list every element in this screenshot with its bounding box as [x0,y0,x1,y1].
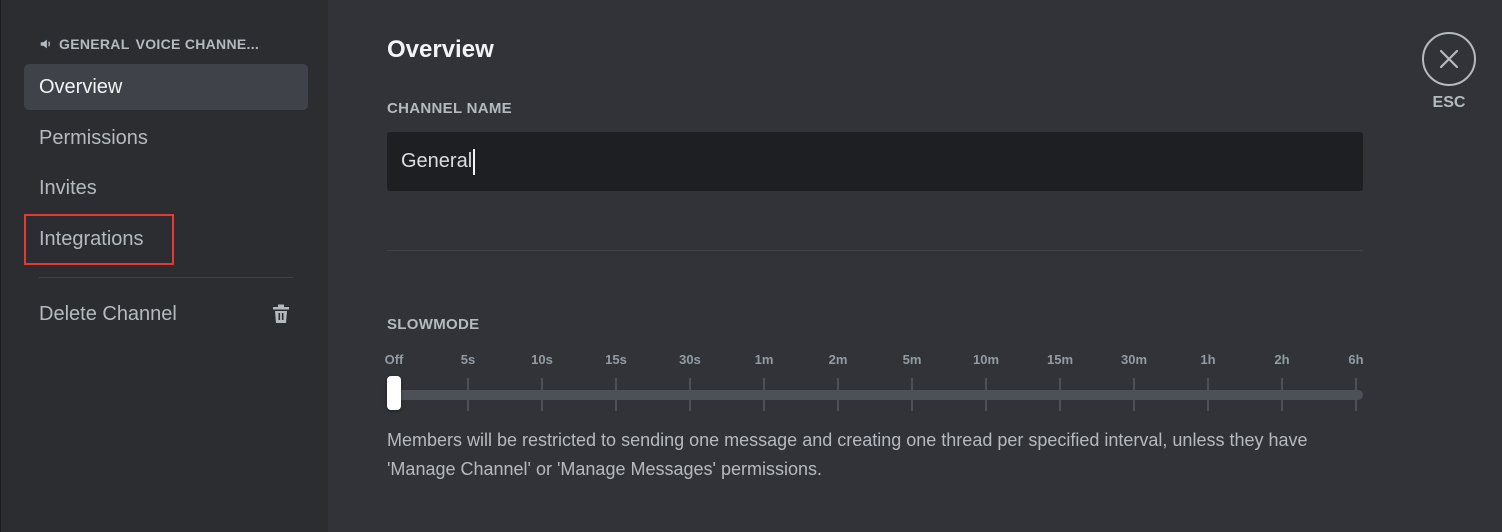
slowmode-tick-label: 15m [1046,352,1074,367]
sidebar: GENERAL VOICE CHANNE... Overview Permiss… [0,0,328,532]
slowmode-tick-label: 5m [902,352,922,367]
slowmode-tick-label: 6h [1348,352,1364,367]
speaker-icon [40,39,50,49]
sidebar-divider [39,277,293,278]
slowmode-tick-mark [1059,378,1061,411]
header-channel-name: GENERAL [59,36,130,52]
slowmode-tick-mark [689,378,691,411]
slowmode-tick-mark [911,378,913,411]
close-control: ESC [1421,32,1477,112]
slowmode-label: SLOWMODE [387,316,480,333]
slowmode-tick-mark [763,378,765,411]
sidebar-item-invites[interactable]: Invites [24,165,308,211]
slowmode-tick-mark [615,378,617,411]
slowmode-tick-mark [541,378,543,411]
sidebar-header: GENERAL VOICE CHANNE... [39,36,259,52]
slowmode-tick-mark [837,378,839,411]
slowmode-tick-label: 30m [1120,352,1148,367]
channel-name-value: General [401,150,473,172]
slowmode-tick-mark [467,378,469,411]
slowmode-tick-mark [1281,378,1283,411]
sidebar-item-overview[interactable]: Overview [24,64,308,110]
slowmode-tick-label: 1h [1200,352,1216,367]
section-divider [387,250,1363,251]
sidebar-item-integrations[interactable]: Integrations [24,214,174,265]
close-icon [1439,49,1459,69]
text-caret [473,148,476,175]
trash-icon [273,304,289,323]
slowmode-tick-mark [1133,378,1135,411]
slider-thumb[interactable] [387,376,401,410]
sidebar-item-label: Permissions [39,126,148,149]
slowmode-tick-label: 15s [605,352,627,367]
slowmode-tick-label: 30s [679,352,701,367]
page-title: Overview [387,36,494,63]
sidebar-item-label: Invites [39,176,97,199]
slowmode-tick-mark [985,378,987,411]
slowmode-tick-label: Off [384,352,404,367]
slowmode-slider[interactable]: Off 5s 10s 15s 30s 1m 2m 5m 10m 15m 30m 1h 2h 6h [384,352,1364,414]
slowmode-tick-label: 5s [460,352,476,367]
channel-name-input[interactable]: General [387,132,1363,191]
slowmode-tick-mark [1355,378,1357,411]
slowmode-tick-label: 10s [531,352,553,367]
slider-track[interactable] [387,390,1363,400]
slowmode-tick-mark [1207,378,1209,411]
sidebar-item-label: Overview [39,75,123,98]
channel-name-label: CHANNEL NAME [387,100,512,117]
delete-channel-label: Delete Channel [39,302,177,325]
esc-label: ESC [1432,94,1466,111]
slowmode-tick-label: 1m [754,352,774,367]
slowmode-tick-label: 2h [1274,352,1290,367]
sidebar-item-label: Integrations [39,228,144,250]
slowmode-help-text: Members will be restricted to sending on… [387,430,1308,479]
delete-channel-button[interactable]: Delete Channel [24,291,308,337]
sidebar-item-permissions[interactable]: Permissions [24,115,308,161]
close-button[interactable] [1422,32,1476,86]
slowmode-tick-label: 2m [828,352,848,367]
slowmode-tick-label: 10m [972,352,1000,367]
header-channel-type: VOICE CHANNE... [135,36,260,52]
